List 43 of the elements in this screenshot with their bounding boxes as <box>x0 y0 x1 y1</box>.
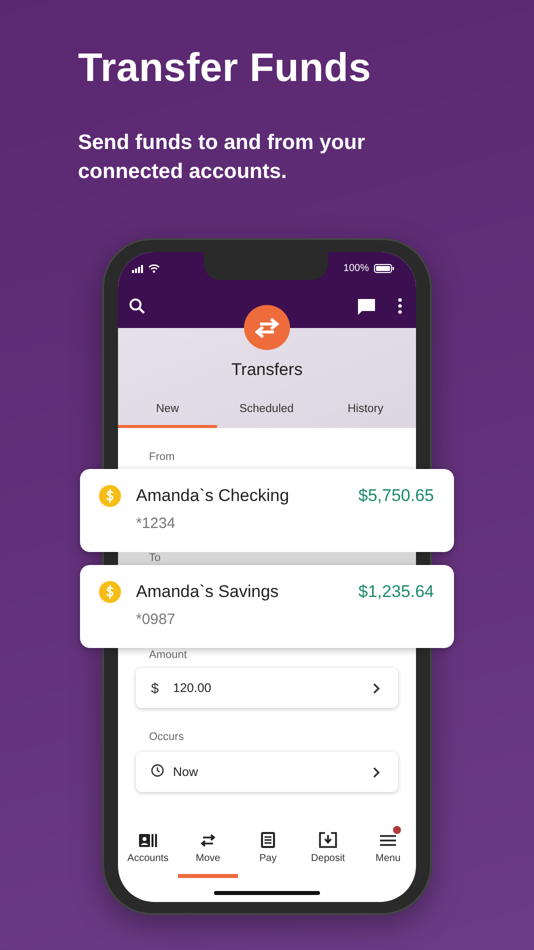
currency-symbol: $ <box>151 680 160 696</box>
nav-item[interactable]: Menu <box>358 822 418 902</box>
account-name: Amanda`s Checking <box>136 485 290 507</box>
tab[interactable]: Scheduled <box>217 392 316 428</box>
nav-item[interactable]: Move <box>178 822 238 902</box>
headline: Transfer Funds <box>78 45 372 92</box>
transfer-arrows-icon <box>244 305 290 350</box>
subheadline: Send funds to and from your connected accounts. <box>78 130 366 185</box>
nav-item[interactable]: Pay <box>238 822 298 902</box>
dollar-coin-icon <box>99 485 121 507</box>
chevron-right-icon <box>373 682 380 694</box>
chat-icon[interactable] <box>357 298 376 314</box>
search-icon[interactable] <box>129 298 145 314</box>
clock-icon <box>151 764 164 777</box>
menu-icon <box>380 834 396 846</box>
bill-icon <box>261 832 275 848</box>
occurs-field[interactable]: Now <box>136 752 398 792</box>
swap-arrows-icon <box>200 834 216 846</box>
field-label: To <box>148 552 161 565</box>
account-name: Amanda`s Savings <box>136 581 280 603</box>
tab[interactable]: History <box>316 392 415 428</box>
dollar-coin-icon <box>99 581 121 603</box>
nav-item[interactable]: Accounts <box>118 822 178 902</box>
id-card-icon <box>139 834 157 846</box>
more-options-icon[interactable] <box>398 298 402 314</box>
amount-value: 120.00 <box>173 681 212 695</box>
field-label: From <box>148 451 175 464</box>
account-balance: $1,235.64 <box>358 581 434 603</box>
nav-item[interactable]: Deposit <box>298 822 358 902</box>
field-label: Occurs <box>148 731 184 744</box>
battery-percentage: 100% <box>343 262 369 274</box>
amount-field[interactable]: $ 120.00 <box>136 668 398 708</box>
field-label: Amount <box>148 649 187 662</box>
chevron-right-icon <box>373 766 380 778</box>
account-number: *1234 <box>136 514 176 534</box>
account-balance: $5,750.65 <box>358 485 434 507</box>
signal-wifi-icon <box>132 264 162 272</box>
screen-title: Transfers <box>231 359 303 382</box>
deposit-tray-icon <box>319 832 337 848</box>
tab[interactable]: New <box>118 392 217 428</box>
occurs-value: Now <box>173 765 200 779</box>
battery-icon <box>374 264 394 272</box>
account-number: *0987 <box>136 610 176 630</box>
